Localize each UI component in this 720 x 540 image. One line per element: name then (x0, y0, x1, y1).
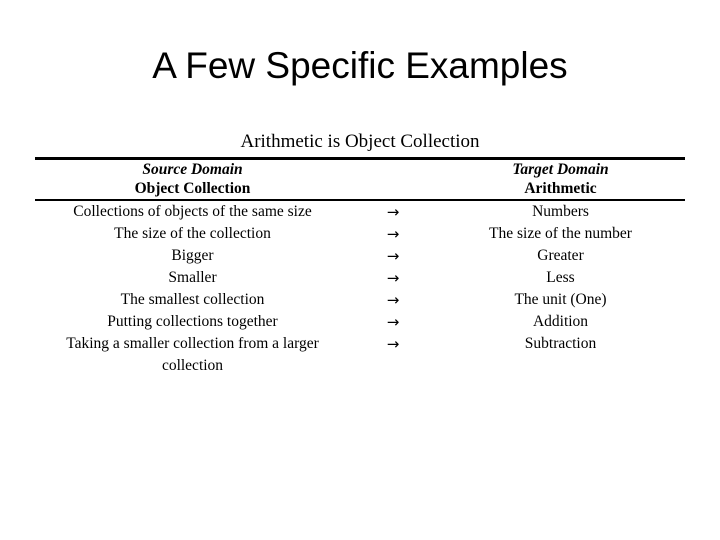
table-header-row: Source Domain Object Collection Target D… (35, 160, 685, 199)
right-arrow-icon: → (386, 291, 400, 309)
cell-arrow: → (350, 311, 436, 333)
table-row: Bigger → Greater (35, 245, 685, 267)
table-row: Putting collections together → Addition (35, 311, 685, 333)
slide-canvas: A Few Specific Examples Arithmetic is Ob… (0, 0, 720, 540)
source-domain-label: Source Domain (142, 161, 243, 178)
cell-target: Less (546, 269, 575, 286)
cell-target: The unit (One) (514, 291, 607, 308)
right-arrow-icon: → (386, 225, 400, 243)
right-arrow-icon: → (386, 247, 400, 265)
cell-target: Greater (537, 247, 584, 264)
metaphor-mapping-table: Source Domain Object Collection Target D… (35, 160, 685, 199)
cell-target: Numbers (532, 203, 589, 220)
cell-source: Taking a smaller collection from a large… (66, 335, 319, 374)
table-row: Smaller → Less (35, 267, 685, 289)
table-row: Taking a smaller collection from a large… (35, 333, 685, 377)
table-row: The size of the collection → The size of… (35, 223, 685, 245)
header-cell-target: Target Domain Arithmetic (436, 160, 685, 199)
cell-source: Collections of objects of the same size (73, 203, 312, 220)
cell-target: Addition (532, 313, 589, 330)
cell-arrow: → (350, 267, 436, 289)
cell-target: Subtraction (524, 335, 597, 352)
cell-target: The size of the number (489, 225, 632, 242)
target-domain-name: Arithmetic (524, 180, 597, 197)
target-domain-label: Target Domain (512, 161, 609, 178)
right-arrow-icon: → (386, 313, 400, 331)
table-header: Source Domain Object Collection Target D… (35, 160, 685, 199)
cell-arrow: → (350, 245, 436, 267)
cell-source: Bigger (171, 247, 214, 264)
mapping-table: Source Domain Object Collection Target D… (35, 157, 685, 377)
cell-arrow: → (350, 223, 436, 245)
cell-source: Smaller (168, 269, 217, 286)
metaphor-mapping-body-table: Collections of objects of the same size … (35, 201, 685, 377)
page-title: A Few Specific Examples (152, 45, 568, 86)
table-caption: Arithmetic is Object Collection (240, 131, 480, 152)
right-arrow-icon: → (386, 203, 400, 221)
cell-source: The size of the collection (114, 225, 271, 242)
header-cell-source: Source Domain Object Collection (35, 160, 350, 199)
table-row: The smallest collection → The unit (One) (35, 289, 685, 311)
cell-source: Putting collections together (107, 313, 278, 330)
cell-arrow: → (350, 289, 436, 311)
right-arrow-icon: → (386, 335, 400, 353)
table-row: Collections of objects of the same size … (35, 201, 685, 223)
right-arrow-icon: → (386, 269, 400, 287)
source-domain-name: Object Collection (134, 180, 251, 197)
cell-arrow: → (350, 201, 436, 223)
cell-source: The smallest collection (120, 291, 265, 308)
cell-arrow: → (350, 333, 436, 377)
header-cell-arrow (350, 160, 436, 199)
table-body: Collections of objects of the same size … (35, 201, 685, 377)
